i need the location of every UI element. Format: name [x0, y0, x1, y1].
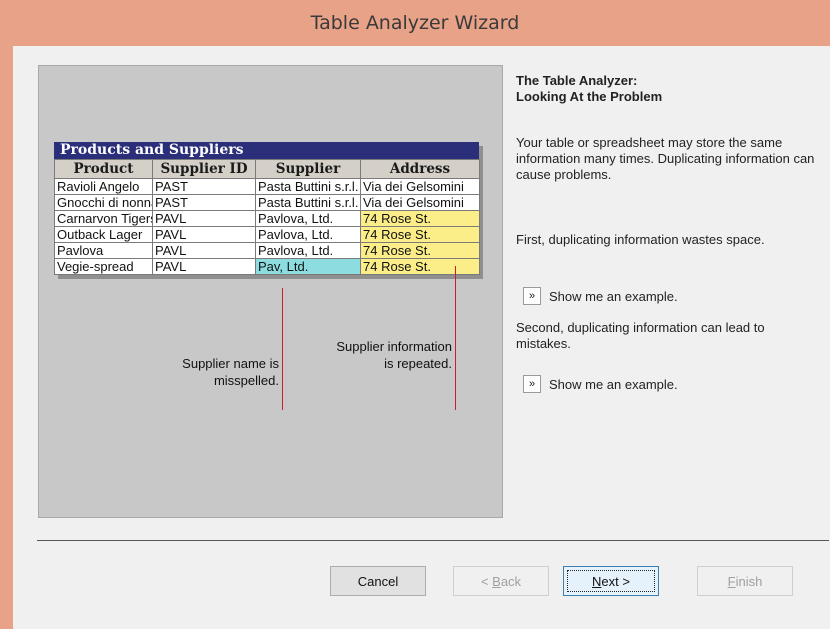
cell-address-repeated: 74 Rose St. [360, 210, 480, 227]
column-header-product: Product [54, 159, 153, 179]
focus-rect [567, 570, 655, 592]
repeated-callout: Supplier information is repeated. [302, 338, 452, 372]
table-row: Outback Lager PAVL Pavlova, Ltd. 74 Rose… [54, 226, 480, 243]
table-row: Carnarvon Tigers PAVL Pavlova, Ltd. 74 R… [54, 210, 480, 227]
double-chevron-right-icon[interactable]: » [523, 287, 541, 305]
wizard-window: Table Analyzer Wizard Products and Suppl… [0, 0, 830, 629]
example-row-2: » Show me an example. [523, 375, 678, 393]
back-button-label: < Back [480, 573, 522, 589]
cell-supplier-id: PAST [152, 194, 256, 211]
cell-product: Vegie-spread [54, 258, 153, 275]
cell-supplier-id: PAVL [152, 258, 256, 275]
misspelled-callout-line2: misspelled. [213, 373, 279, 388]
repeated-callout-line2: is repeated. [384, 356, 452, 371]
table-row: Pavlova PAVL Pavlova, Ltd. 74 Rose St. [54, 242, 480, 259]
window-title: Table Analyzer Wizard [310, 12, 520, 34]
example-row-1: » Show me an example. [523, 287, 678, 305]
second-point-text: Second, duplicating information can lead… [516, 320, 765, 351]
cell-product: Outback Lager [54, 226, 153, 243]
table-row: Gnocchi di nonna PAST Pasta Buttini s.r.… [54, 194, 480, 211]
sample-grid: Product Supplier ID Supplier Address Rav… [54, 159, 480, 275]
misspelled-callout: Supplier name is misspelled. [149, 355, 279, 389]
table-header-row: Product Supplier ID Supplier Address [54, 159, 480, 179]
first-point-text: First, duplicating information wastes sp… [516, 232, 765, 247]
cell-supplier-id: PAVL [152, 210, 256, 227]
cell-supplier-id: PAVL [152, 242, 256, 259]
double-chevron-right-icon[interactable]: » [523, 375, 541, 393]
cell-address: Via dei Gelsomini [360, 178, 480, 195]
cell-address-repeated: 74 Rose St. [360, 226, 480, 243]
title-bar[interactable]: Table Analyzer Wizard [0, 0, 830, 46]
explanation-panel: The Table Analyzer: Looking At the Probl… [516, 73, 816, 393]
wizard-client-area: Products and Suppliers Product Supplier … [13, 46, 830, 629]
cell-supplier-id: PAST [152, 178, 256, 195]
cell-supplier: Pasta Buttini s.r.l. [255, 178, 361, 195]
intro-text: Your table or spreadsheet may store the … [516, 135, 815, 182]
table-caption: Products and Suppliers [54, 142, 479, 159]
cell-supplier: Pasta Buttini s.r.l. [255, 194, 361, 211]
misspelled-callout-line [282, 288, 283, 410]
footer-divider [37, 540, 829, 541]
column-header-supplier-id: Supplier ID [152, 159, 256, 179]
column-header-address: Address [360, 159, 480, 179]
cell-product: Carnarvon Tigers [54, 210, 153, 227]
cancel-button-label: Cancel [357, 573, 399, 589]
cell-supplier: Pavlova, Ltd. [255, 210, 361, 227]
cell-product: Ravioli Angelo [54, 178, 153, 195]
back-button[interactable]: < Back [453, 566, 549, 596]
cancel-button[interactable]: Cancel [330, 566, 426, 596]
column-header-supplier: Supplier [255, 159, 361, 179]
cell-supplier-id: PAVL [152, 226, 256, 243]
cell-address-repeated: 74 Rose St. [360, 258, 480, 275]
repeated-callout-line1: Supplier information [336, 339, 452, 354]
cell-supplier: Pavlova, Ltd. [255, 226, 361, 243]
repeated-callout-line [455, 266, 456, 410]
cell-supplier-misspelled: Pav, Ltd. [255, 258, 361, 275]
finish-button[interactable]: Finish [697, 566, 793, 596]
cell-product: Pavlova [54, 242, 153, 259]
panel-heading-line2: Looking At the Problem [516, 89, 663, 104]
next-button[interactable]: Next > [563, 566, 659, 596]
panel-heading: The Table Analyzer: Looking At the Probl… [516, 73, 816, 105]
misspelled-callout-line1: Supplier name is [182, 356, 279, 371]
show-example-link-2[interactable]: Show me an example. [549, 377, 678, 392]
cell-address-repeated: 74 Rose St. [360, 242, 480, 259]
panel-heading-line1: The Table Analyzer: [516, 73, 638, 88]
table-row: Ravioli Angelo PAST Pasta Buttini s.r.l.… [54, 178, 480, 195]
table-row: Vegie-spread PAVL Pav, Ltd. 74 Rose St. [54, 258, 480, 275]
finish-button-label: Finish [727, 573, 763, 589]
sample-table: Products and Suppliers Product Supplier … [54, 142, 480, 275]
cell-supplier: Pavlova, Ltd. [255, 242, 361, 259]
show-example-link-1[interactable]: Show me an example. [549, 289, 678, 304]
illustration-panel: Products and Suppliers Product Supplier … [38, 65, 503, 518]
cell-address: Via dei Gelsomini [360, 194, 480, 211]
cell-product: Gnocchi di nonna [54, 194, 153, 211]
